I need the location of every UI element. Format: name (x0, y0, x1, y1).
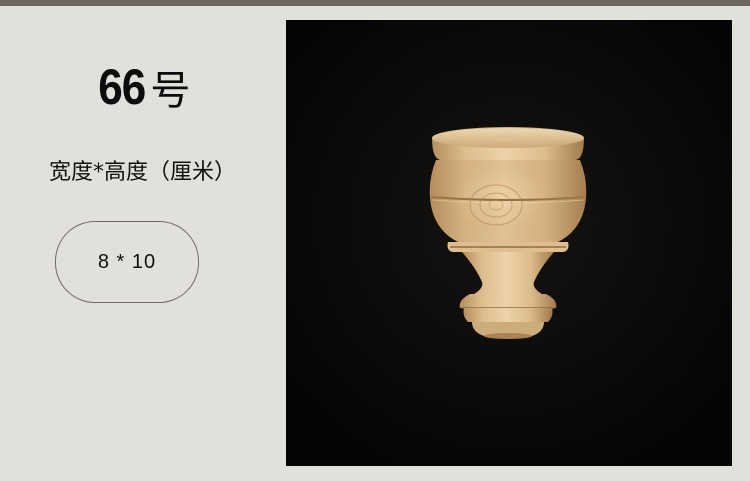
model-title: 66 号 (0, 58, 285, 116)
furniture-leg-illustration (286, 20, 732, 466)
product-photo (286, 20, 732, 466)
dimension-value: 8 * 10 (97, 250, 157, 273)
dimension-label: 宽度*高度（厘米） (48, 160, 236, 185)
top-divider-bar (0, 0, 750, 6)
model-number: 66 (97, 59, 146, 115)
model-suffix: 号 (150, 68, 191, 114)
dimension-badge: 8 * 10 (55, 221, 199, 303)
